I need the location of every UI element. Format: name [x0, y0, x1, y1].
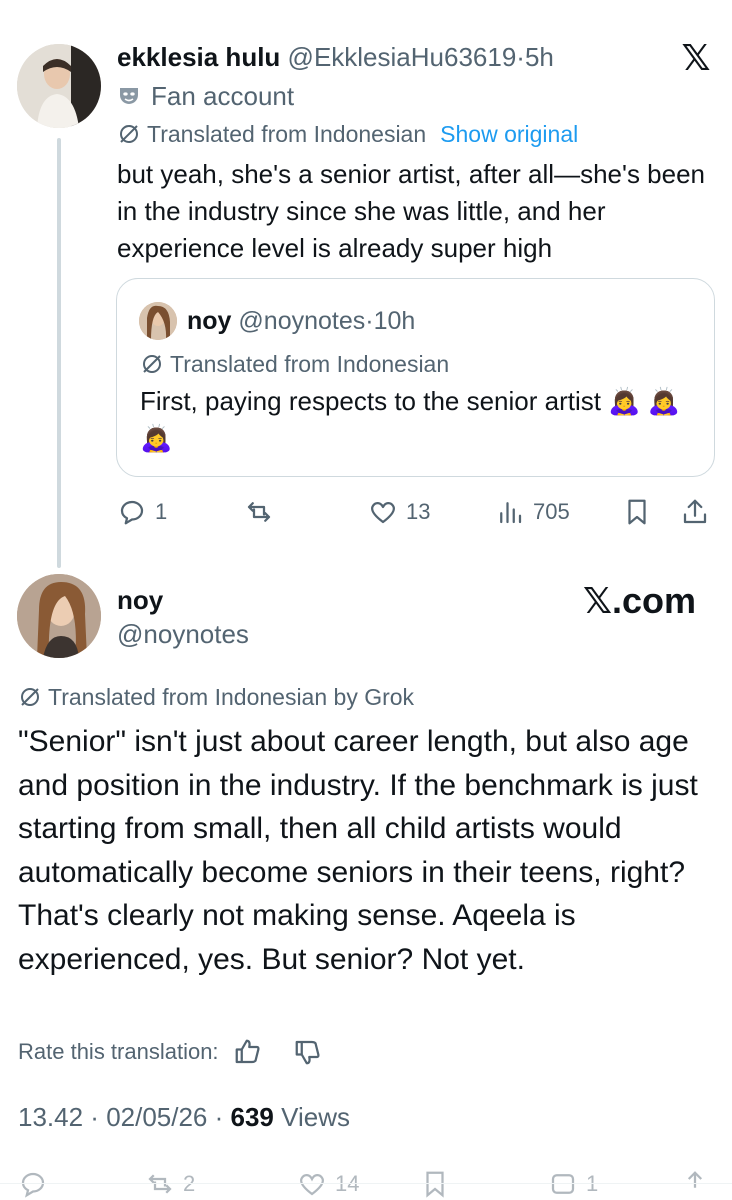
like-count: 13 [406, 499, 431, 524]
post-date[interactable]: 02/05/26 [106, 1102, 207, 1132]
views-count: 705 [533, 499, 570, 524]
thumbs-down-icon[interactable] [293, 1037, 323, 1067]
quote-author-name[interactable]: noy [187, 307, 231, 335]
tweet-actions: 2 14 1 [0, 1160, 732, 1200]
views-button[interactable]: 705 [495, 492, 570, 532]
share-icon [687, 1171, 703, 1188]
author-name[interactable]: ekklesia hulu [117, 42, 280, 72]
thumbs-up-icon[interactable] [233, 1037, 263, 1067]
repost-button[interactable] [244, 492, 282, 532]
views-count: 639 [230, 1102, 274, 1132]
translation-text: Translated from Indonesian by Grok [48, 684, 415, 710]
mask-icon [120, 88, 138, 104]
like-button[interactable]: 14 [297, 1164, 359, 1200]
repost-icon [247, 502, 271, 522]
share-button[interactable] [680, 492, 710, 532]
quote-icon [551, 1174, 575, 1194]
post-page: ekklesia hulu @EkklesiaHu63619·5h 𝕏 Fan … [0, 0, 732, 1200]
separator-dot: · [365, 307, 374, 335]
quote-translation-notice: Translated from Indonesian [140, 348, 449, 380]
avatar[interactable] [17, 574, 101, 658]
translate-icon [143, 355, 161, 373]
repost-icon [148, 1174, 172, 1194]
views-label: Views [281, 1102, 351, 1132]
post-time[interactable]: 5h [525, 42, 554, 72]
reply-icon [120, 500, 144, 525]
like-count: 14 [335, 1171, 360, 1196]
bookmark-button[interactable] [622, 492, 652, 532]
heart-icon [299, 1173, 325, 1196]
quote-author-handle[interactable]: @noynotes [238, 307, 365, 335]
reply-icon [21, 1172, 45, 1198]
quote-button[interactable]: 1 [548, 1164, 598, 1200]
bookmark-icon [628, 499, 646, 525]
heart-icon [370, 501, 396, 524]
bookmark-button[interactable] [420, 1164, 450, 1200]
repost-button[interactable]: 2 [145, 1164, 195, 1200]
tweet-actions: 1 13 705 [0, 492, 732, 532]
divider [0, 1183, 732, 1184]
show-original-link[interactable]: Show original [440, 118, 578, 150]
translate-icon [120, 125, 138, 143]
rate-translation: Rate this translation: [18, 1036, 323, 1068]
tweet-text: "Senior" isn't just about career length,… [18, 725, 698, 976]
reply-button[interactable]: 1 [117, 492, 167, 532]
tweet-header: ekklesia hulu @EkklesiaHu63619·5h [117, 40, 554, 74]
x-com-watermark: 𝕏.com [583, 580, 697, 621]
reply-button[interactable] [18, 1164, 48, 1200]
translation-text: Translated from Indonesian [147, 121, 427, 147]
quote-time: 10h [373, 307, 416, 335]
quote-avatar[interactable] [139, 302, 177, 340]
reply-count: 1 [155, 499, 168, 524]
quote-text: First, paying respects to the senior art… [140, 386, 681, 453]
translate-icon [21, 688, 39, 706]
quote-translation-text: Translated from Indonesian [170, 351, 450, 377]
share-icon [683, 499, 707, 524]
views-chart-icon [500, 502, 522, 524]
translation-notice: Translated from Indonesian by Grok [18, 681, 414, 713]
x-logo-icon: 𝕏 [681, 37, 711, 78]
author-handle[interactable]: @noynotes [117, 618, 249, 650]
quote-header: noy @noynotes·10h [187, 305, 415, 337]
like-button[interactable]: 13 [368, 492, 430, 532]
tweet-text: but yeah, she's a senior artist, after a… [117, 159, 706, 263]
post-time[interactable]: 13.42 [18, 1102, 83, 1132]
author-name[interactable]: noy [117, 584, 163, 616]
author-handle[interactable]: @EkklesiaHu63619 [288, 42, 517, 72]
fan-account-label: Fan account [117, 80, 294, 112]
separator-dot: · [516, 42, 525, 72]
bookmark-icon [426, 1171, 444, 1198]
repost-count: 2 [183, 1171, 196, 1196]
bookmark-count: 1 [586, 1171, 599, 1196]
rate-label: Rate this translation: [18, 1039, 219, 1064]
post-meta: 13.42 · 02/05/26 · 639 Views [18, 1102, 351, 1132]
translation-notice: Translated from Indonesian Show original [117, 118, 578, 150]
quoted-tweet[interactable]: noy @noynotes·10h Translated from Indone… [116, 278, 715, 477]
fan-account-text: Fan account [151, 81, 295, 111]
share-button[interactable] [680, 1164, 710, 1200]
avatar[interactable] [17, 44, 101, 128]
